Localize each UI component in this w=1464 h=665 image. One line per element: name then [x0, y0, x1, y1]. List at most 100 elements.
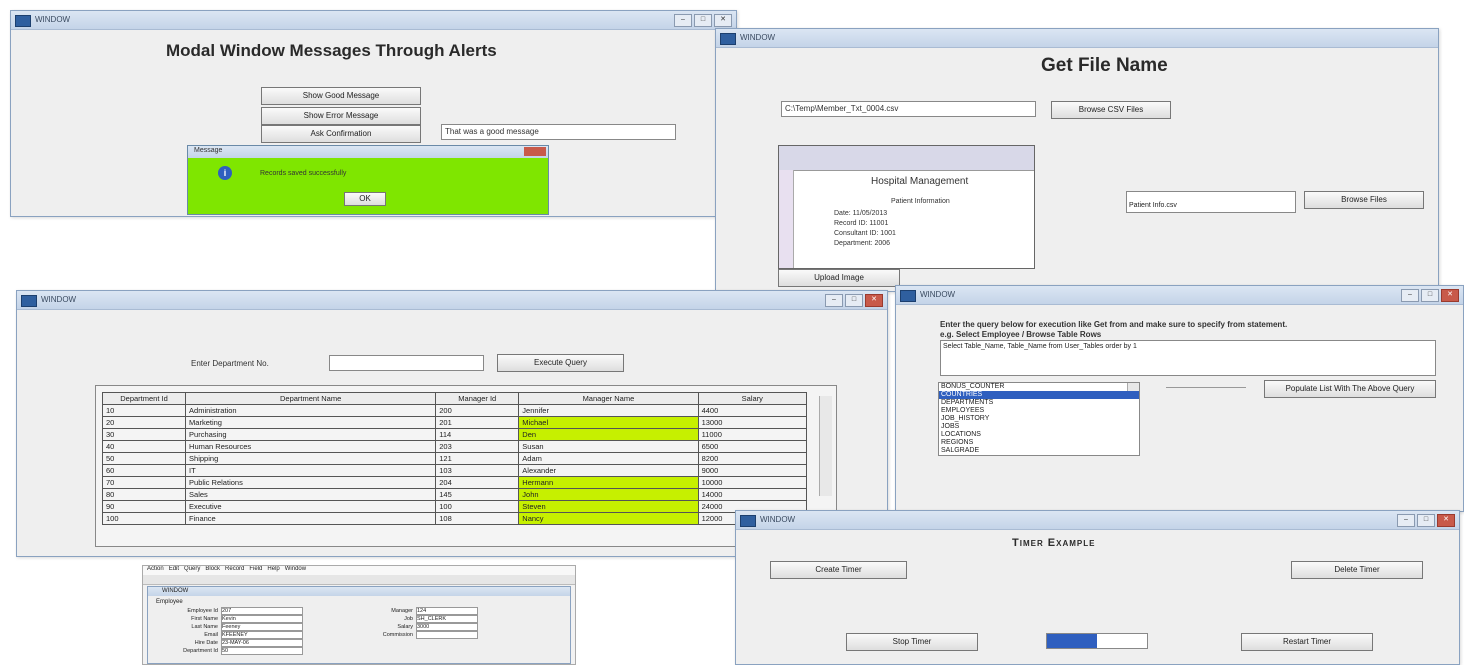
maximize-icon[interactable]: □ — [1421, 289, 1439, 302]
table-cell[interactable]: Michael — [518, 416, 699, 429]
form-field[interactable]: 3000 — [416, 623, 478, 631]
menu-item[interactable]: Field — [249, 566, 262, 575]
dialog-close-icon[interactable] — [524, 147, 546, 156]
table-cell[interactable]: 70 — [101, 476, 187, 489]
table-cell[interactable]: 50 — [101, 452, 187, 465]
message-field[interactable]: That was a good message — [441, 124, 676, 140]
table-cell[interactable]: Purchasing — [185, 428, 437, 441]
upload-image-button[interactable]: Upload Image — [778, 269, 900, 287]
table-cell[interactable]: 114 — [435, 428, 520, 441]
table-cell[interactable]: 20 — [101, 416, 187, 429]
table-cell[interactable]: 90 — [101, 500, 187, 513]
maximize-icon[interactable]: □ — [694, 14, 712, 27]
column-header[interactable]: Department Id — [101, 392, 187, 405]
table-cell[interactable]: Finance — [185, 512, 437, 525]
table-row[interactable]: 30 Purchasing 114 Den 11000 — [101, 428, 808, 441]
form-field[interactable]: Kevin — [221, 615, 303, 623]
form-field[interactable]: SH_CLERK — [416, 615, 478, 623]
column-header[interactable]: Manager Id — [435, 392, 520, 405]
form-field[interactable]: KFEENEY — [221, 631, 303, 639]
table-cell[interactable]: Steven — [518, 500, 699, 513]
execute-query-button[interactable]: Execute Query — [497, 354, 624, 372]
table-cell[interactable]: 203 — [435, 440, 520, 453]
table-cell[interactable]: Adam — [518, 452, 699, 465]
list-item[interactable]: JOB_HISTORY — [939, 415, 1139, 423]
form-field[interactable]: 50 — [221, 647, 303, 655]
table-cell[interactable]: 108 — [435, 512, 520, 525]
table-cell[interactable]: 40 — [101, 440, 187, 453]
minimize-icon[interactable]: ‒ — [1397, 514, 1415, 527]
list-item[interactable]: EMPLOYEES — [939, 407, 1139, 415]
table-cell[interactable]: 11000 — [697, 428, 808, 441]
list-item[interactable]: BONUS_COUNTER — [939, 383, 1139, 391]
minimize-icon[interactable]: ‒ — [674, 14, 692, 27]
menu-item[interactable]: Edit — [169, 566, 179, 575]
list-item[interactable]: JOBS — [939, 423, 1139, 431]
table-row[interactable]: 60 IT 103 Alexander 9000 — [101, 464, 808, 477]
minimize-icon[interactable]: ‒ — [1401, 289, 1419, 302]
table-cell[interactable]: 4400 — [697, 404, 808, 417]
table-row[interactable]: 40 Human Resources 203 Susan 6500 — [101, 440, 808, 453]
table-cell[interactable]: Susan — [518, 440, 699, 453]
table-cell[interactable]: 204 — [435, 476, 520, 489]
menu-item[interactable]: Query — [184, 566, 200, 575]
department-input[interactable] — [329, 355, 484, 371]
menu-item[interactable]: Help — [267, 566, 279, 575]
table-cell[interactable]: Shipping — [185, 452, 437, 465]
table-row[interactable]: 80 Sales 145 John 14000 — [101, 488, 808, 501]
file-listbox[interactable]: Patient Info.csv — [1126, 191, 1296, 213]
menu-item[interactable]: Window — [285, 566, 306, 575]
form-field[interactable]: 124 — [416, 607, 478, 615]
maximize-icon[interactable]: □ — [845, 294, 863, 307]
table-cell[interactable]: 100 — [101, 512, 187, 525]
table-cell[interactable]: 14000 — [697, 488, 808, 501]
form-field[interactable]: 207 — [221, 607, 303, 615]
table-row[interactable]: 50 Shipping 121 Adam 8200 — [101, 452, 808, 465]
form-field[interactable] — [416, 631, 478, 639]
column-header[interactable]: Manager Name — [518, 392, 699, 405]
restart-timer-button[interactable]: Restart Timer — [1241, 633, 1373, 651]
table-cell[interactable]: 6500 — [697, 440, 808, 453]
listbox-scrollbar[interactable] — [1127, 383, 1139, 391]
table-cell[interactable]: 145 — [435, 488, 520, 501]
minimize-icon[interactable]: ‒ — [825, 294, 843, 307]
table-cell[interactable]: 8200 — [697, 452, 808, 465]
table-cell[interactable]: Public Relations — [185, 476, 437, 489]
table-cell[interactable]: 100 — [435, 500, 520, 513]
table-cell[interactable]: 13000 — [697, 416, 808, 429]
list-item[interactable]: Patient Info.csv — [1127, 202, 1295, 210]
table-cell[interactable]: Nancy — [518, 512, 699, 525]
delete-timer-button[interactable]: Delete Timer — [1291, 561, 1423, 579]
table-cell[interactable]: 10000 — [697, 476, 808, 489]
query-textarea[interactable]: Select Table_Name, Table_Name from User_… — [940, 340, 1436, 376]
list-item[interactable]: LOCATIONS — [939, 431, 1139, 439]
browse-csv-button[interactable]: Browse CSV Files — [1051, 101, 1171, 119]
table-cell[interactable]: Den — [518, 428, 699, 441]
grid-scrollbar[interactable] — [819, 396, 832, 496]
stop-timer-button[interactable]: Stop Timer — [846, 633, 978, 651]
form-field[interactable]: Feeney — [221, 623, 303, 631]
list-item[interactable]: SALGRADE — [939, 447, 1139, 455]
table-cell[interactable]: 103 — [435, 464, 520, 477]
table-cell[interactable]: 200 — [435, 404, 520, 417]
table-cell[interactable]: Executive — [185, 500, 437, 513]
dialog-ok-button[interactable]: OK — [344, 192, 386, 206]
table-cell[interactable]: Human Resources — [185, 440, 437, 453]
list-item[interactable]: REGIONS — [939, 439, 1139, 447]
table-cell[interactable]: Marketing — [185, 416, 437, 429]
menu-item[interactable]: Record — [225, 566, 244, 575]
table-cell[interactable]: Sales — [185, 488, 437, 501]
table-row[interactable]: 10 Administration 200 Jennifer 4400 — [101, 404, 808, 417]
table-cell[interactable]: 9000 — [697, 464, 808, 477]
table-cell[interactable]: 80 — [101, 488, 187, 501]
table-cell[interactable]: IT — [185, 464, 437, 477]
close-icon[interactable]: ✕ — [1441, 289, 1459, 302]
browse-files-button[interactable]: Browse Files — [1304, 191, 1424, 209]
table-row[interactable]: 70 Public Relations 204 Hermann 10000 — [101, 476, 808, 489]
table-cell[interactable]: 10 — [101, 404, 187, 417]
close-icon[interactable]: ✕ — [865, 294, 883, 307]
close-icon[interactable]: ✕ — [714, 14, 732, 27]
table-row[interactable]: 20 Marketing 201 Michael 13000 — [101, 416, 808, 429]
table-cell[interactable]: 30 — [101, 428, 187, 441]
close-icon[interactable]: ✕ — [1437, 514, 1455, 527]
